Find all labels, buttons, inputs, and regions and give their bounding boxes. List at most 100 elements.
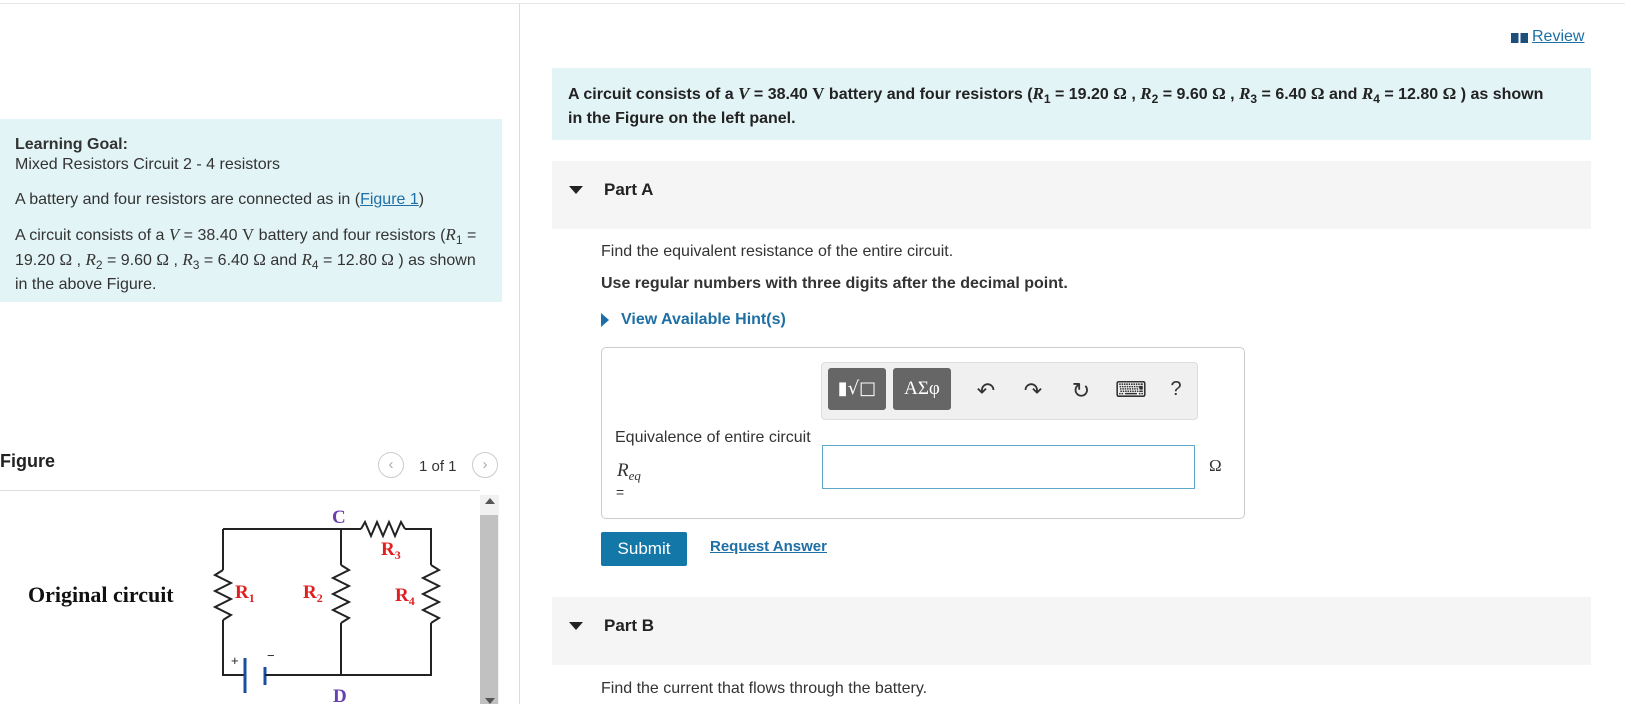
r2-symbol: R xyxy=(1140,84,1152,103)
text: , xyxy=(1126,86,1141,103)
req-variable: Req xyxy=(617,460,641,484)
node-d-label: D xyxy=(333,686,347,704)
part-a-header[interactable] xyxy=(552,161,1591,229)
scroll-up-arrow-icon[interactable] xyxy=(485,498,495,504)
part-b-title[interactable]: Part B xyxy=(604,616,654,636)
r3-zigzag xyxy=(360,519,406,539)
part-b-header[interactable] xyxy=(552,597,1591,665)
symbols-label: ΑΣφ xyxy=(904,378,940,399)
v-symbol: V xyxy=(168,225,180,244)
panel-divider xyxy=(519,4,520,704)
text: and xyxy=(1324,86,1362,103)
r4-zigzag xyxy=(420,564,442,624)
r1-letter: R xyxy=(235,582,249,603)
r2-label-sub: 2 xyxy=(317,591,323,605)
figure-heading: Figure xyxy=(0,451,56,471)
ohm-unit: Ω xyxy=(59,250,73,270)
r3-letter: R xyxy=(381,539,395,560)
book-icon[interactable] xyxy=(1511,32,1528,44)
text: A circuit consists of a xyxy=(15,227,169,244)
v-symbol: V xyxy=(738,84,750,103)
r4-symbol: R xyxy=(301,250,312,270)
chevron-left-icon: ‹ xyxy=(388,456,394,473)
keyboard-icon[interactable]: ⌨ xyxy=(1115,378,1147,403)
text: , xyxy=(72,252,86,270)
r3-value: = 6.40 xyxy=(1257,86,1311,103)
r1-sub: 1 xyxy=(1043,92,1051,107)
r4-letter: R xyxy=(395,585,409,606)
templates-icon: ▮√□ xyxy=(837,378,877,399)
r3-value: = 6.40 xyxy=(199,252,254,270)
r1-symbol: R xyxy=(445,225,456,244)
caret-down-icon[interactable] xyxy=(569,186,583,194)
node-c-label: C xyxy=(332,507,346,528)
figure-pager: 1 of 1 xyxy=(419,458,457,475)
r4-label: R4 xyxy=(395,585,415,608)
view-hints-link[interactable]: View Available Hint(s) xyxy=(621,311,786,329)
part-a-question: Find the equivalent resistance of the en… xyxy=(601,243,954,260)
help-button[interactable]: ? xyxy=(1161,378,1191,401)
intro-text-end: ) xyxy=(418,191,425,208)
r2-zigzag xyxy=(330,564,352,624)
symbols-button[interactable]: ΑΣφ xyxy=(893,368,951,410)
ohm-unit: Ω xyxy=(1442,84,1457,103)
r1-sub: 1 xyxy=(455,233,463,248)
r1-label: R1 xyxy=(235,582,255,605)
redo-icon[interactable]: ↷ xyxy=(1018,378,1048,404)
v-unit: V xyxy=(241,225,255,244)
r4-label-sub: 4 xyxy=(409,594,415,608)
top-wire-right xyxy=(405,528,432,565)
templates-button[interactable]: ▮√□ xyxy=(828,368,886,410)
figure-caption: Original circuit xyxy=(28,582,174,607)
part-a-title[interactable]: Part A xyxy=(604,180,653,200)
top-border xyxy=(0,0,1625,4)
battery-plus: + xyxy=(231,653,239,668)
r2-value: = 9.60 xyxy=(1158,86,1213,103)
equals-sign: = xyxy=(616,484,625,500)
caret-right-icon[interactable] xyxy=(601,313,609,327)
request-answer-link[interactable]: Request Answer xyxy=(710,538,827,555)
r1-label-sub: 1 xyxy=(249,591,255,605)
req-sub: eq xyxy=(628,468,641,484)
learning-goal-title: Learning Goal: xyxy=(15,136,128,153)
r2-letter: R xyxy=(303,582,317,603)
ohm-unit: Ω xyxy=(381,250,394,270)
r4-value: = 12.80 xyxy=(1379,86,1443,103)
answer-input[interactable] xyxy=(822,445,1195,489)
learning-goal-description: A circuit consists of a V = 38.40 V batt… xyxy=(15,225,485,295)
v-unit: V xyxy=(812,84,825,103)
ohm-unit-label: Ω xyxy=(1209,456,1222,475)
scroll-down-arrow-icon[interactable] xyxy=(485,698,495,704)
text: = 38.40 xyxy=(179,227,242,244)
r2-symbol: R xyxy=(85,250,96,270)
problem-intro-text: A circuit consists of a V = 38.40 V batt… xyxy=(568,84,1558,129)
ohm-unit: Ω xyxy=(1212,84,1226,103)
part-b-question: Find the current that flows through the … xyxy=(601,680,928,697)
learning-goal-subtitle: Mixed Resistors Circuit 2 - 4 resistors xyxy=(15,156,280,173)
r1-zigzag xyxy=(212,569,234,621)
review-link[interactable]: Review xyxy=(1532,28,1584,46)
r2-sub: 2 xyxy=(95,258,103,273)
figure-next-button[interactable]: › xyxy=(472,452,498,478)
undo-icon[interactable]: ↶ xyxy=(971,378,1001,404)
r3-symbol: R xyxy=(1239,84,1251,103)
r4-symbol: R xyxy=(1361,84,1374,103)
battery-minus: − xyxy=(267,648,275,663)
r4-sub: 4 xyxy=(311,258,319,273)
caret-down-icon[interactable] xyxy=(569,622,583,630)
intro-text: A battery and four resistors are connect… xyxy=(15,191,361,208)
r1-value: = 19.20 xyxy=(1050,86,1114,103)
figure-1-link[interactable]: Figure 1 xyxy=(360,191,419,208)
circuit-diagram: + − C D R1 R2 R3 R4 xyxy=(212,507,442,704)
learning-goal-intro: A battery and four resistors are connect… xyxy=(15,191,424,209)
reset-icon[interactable]: ↻ xyxy=(1066,378,1096,404)
figure-prev-button[interactable]: ‹ xyxy=(378,452,404,478)
r1-symbol: R xyxy=(1032,84,1044,103)
ohm-unit: Ω xyxy=(156,250,170,270)
ohm-unit: Ω xyxy=(1310,84,1325,103)
r3-symbol: R xyxy=(182,250,193,270)
text: = 38.40 xyxy=(749,86,813,103)
submit-button[interactable]: Submit xyxy=(601,532,687,566)
figure-divider xyxy=(0,490,480,491)
figure-scrollbar-thumb[interactable] xyxy=(480,515,498,704)
